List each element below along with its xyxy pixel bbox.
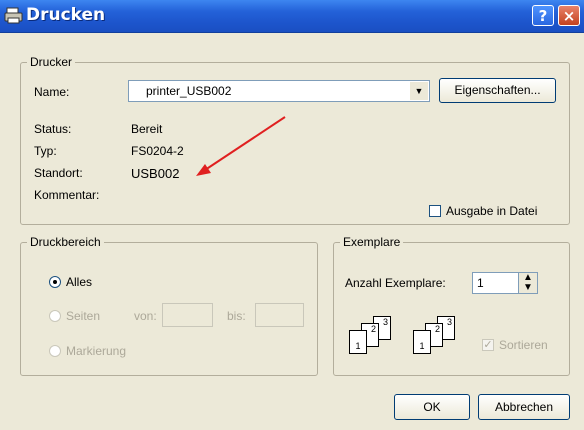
help-icon: ? xyxy=(538,7,548,25)
page-number: 3 xyxy=(382,317,388,327)
range-from-input[interactable] xyxy=(162,303,213,327)
radio-selected-dot xyxy=(53,280,57,284)
type-label: Typ: xyxy=(34,144,57,158)
range-to-label: bis: xyxy=(227,309,246,323)
location-label: Standort: xyxy=(34,166,83,180)
properties-button[interactable]: Eigenschaften... xyxy=(439,78,556,103)
close-icon: × xyxy=(562,7,576,25)
spinner-arrows-icon[interactable]: ▲ ▼ xyxy=(518,273,537,293)
range-all-label[interactable]: Alles xyxy=(66,275,92,289)
type-value: FS0204-2 xyxy=(131,144,184,158)
range-selection-label[interactable]: Markierung xyxy=(66,344,126,358)
location-value: USB002 xyxy=(131,166,180,181)
printer-name-value: printer_USB002 xyxy=(146,84,232,98)
copies-count-spinner[interactable]: 1 ▲ ▼ xyxy=(472,272,538,294)
range-group-legend: Druckbereich xyxy=(27,235,104,249)
copies-count-label: Anzahl Exemplare: xyxy=(345,276,446,290)
range-to-input[interactable] xyxy=(255,303,304,327)
range-pages-radio[interactable] xyxy=(49,310,61,322)
collate-label[interactable]: Sortieren xyxy=(499,338,548,352)
close-button[interactable]: × xyxy=(558,5,580,26)
chevron-down-icon[interactable]: ▼ xyxy=(410,82,428,100)
page-number: 2 xyxy=(434,324,440,334)
print-to-file-checkbox[interactable] xyxy=(429,205,441,217)
window-title: Drucken xyxy=(26,5,106,25)
collate-pages-icon-2: 3 2 1 xyxy=(413,316,475,356)
printer-group-legend: Drucker xyxy=(27,55,76,69)
range-pages-label[interactable]: Seiten xyxy=(66,309,100,323)
status-label: Status: xyxy=(34,122,72,136)
range-selection-radio[interactable] xyxy=(49,345,61,357)
collate-pages-icon-1: 3 2 1 xyxy=(349,316,411,356)
printer-name-select[interactable]: printer_USB002 ▼ xyxy=(128,80,430,102)
comment-label: Kommentar: xyxy=(34,188,100,202)
collate-checkbox[interactable]: ✓ xyxy=(482,339,494,351)
page-number: 1 xyxy=(419,341,425,351)
properties-button-label: Eigenschaften... xyxy=(454,83,541,97)
title-bar[interactable]: Drucken ? × xyxy=(0,0,584,33)
ok-button-label: OK xyxy=(423,400,441,414)
print-to-file-label[interactable]: Ausgabe in Datei xyxy=(446,204,537,218)
name-label: Name: xyxy=(34,85,70,99)
page-number: 1 xyxy=(355,341,361,351)
range-all-radio[interactable] xyxy=(49,276,61,288)
printer-icon xyxy=(4,7,23,24)
copies-group-legend: Exemplare xyxy=(340,235,404,249)
cancel-button-label: Abbrechen xyxy=(494,400,554,414)
help-button[interactable]: ? xyxy=(532,5,554,26)
ok-button[interactable]: OK xyxy=(394,394,470,420)
page-number: 2 xyxy=(370,324,376,334)
page-number: 3 xyxy=(446,317,452,327)
status-value: Bereit xyxy=(131,122,163,136)
copies-count-value: 1 xyxy=(477,276,484,290)
cancel-button[interactable]: Abbrechen xyxy=(478,394,570,420)
range-from-label: von: xyxy=(134,309,157,323)
